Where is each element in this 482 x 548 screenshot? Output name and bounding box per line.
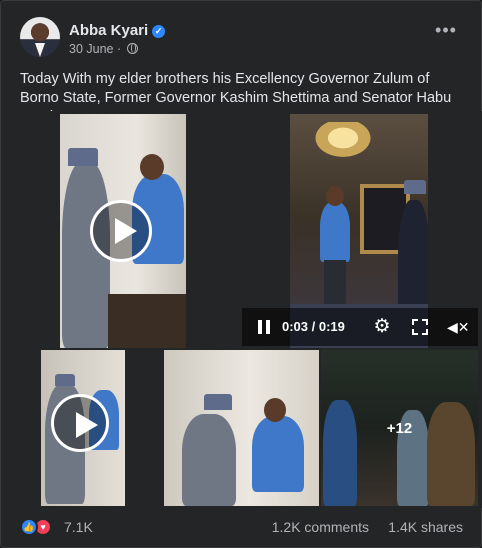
play-icon[interactable] [51, 394, 109, 452]
avatar[interactable] [20, 17, 60, 57]
head-shape [140, 154, 164, 180]
cap-shape [68, 148, 98, 166]
shares-count[interactable]: 1.4K shares [388, 519, 463, 535]
post-header: Abba Kyari ✓ 30 June · ••• [20, 17, 471, 61]
table-shape [108, 294, 186, 348]
fullscreen-icon[interactable] [412, 319, 428, 335]
comments-count[interactable]: 1.2K comments [272, 519, 369, 535]
person-figure [320, 202, 350, 262]
more-options-icon[interactable]: ••• [433, 19, 459, 45]
person-figure [182, 414, 236, 506]
photo-thumbnail-more[interactable]: +12 [321, 350, 478, 506]
photo-thumbnail-1[interactable] [164, 350, 319, 506]
video-thumbnail-2[interactable] [41, 350, 125, 506]
post-date[interactable]: 30 June [69, 42, 113, 56]
gear-icon[interactable]: ⚙ [372, 317, 392, 337]
post-footer: 👍 ♥ 7.1K 1.2K comments 1.4K shares [20, 516, 463, 538]
pause-icon[interactable] [258, 320, 270, 334]
media-grid: 0:03 / 0:19 ⚙ ◀✕ +12 [1, 111, 482, 508]
post-meta: 30 June · [69, 42, 138, 56]
reaction-icons[interactable]: 👍 ♥ [20, 518, 60, 536]
reaction-count[interactable]: 7.1K [64, 519, 93, 535]
head-shape [326, 186, 344, 206]
cap-shape [55, 374, 75, 386]
post-card: Abba Kyari ✓ 30 June · ••• Today With my … [0, 0, 482, 548]
legs-shape [324, 260, 346, 308]
video-time: 0:03 / 0:19 [282, 319, 345, 334]
like-icon: 👍 [20, 518, 38, 536]
person-figure [252, 416, 304, 492]
chandelier-shape [308, 122, 378, 162]
more-photos-count[interactable]: +12 [321, 350, 478, 506]
head-shape [264, 398, 286, 422]
play-icon[interactable] [90, 200, 152, 262]
cap-shape [204, 394, 232, 410]
cap-shape [404, 180, 426, 194]
meta-separator: · [116, 42, 122, 56]
mute-icon[interactable]: ◀✕ [447, 318, 470, 336]
video-thumbnail-1[interactable] [60, 114, 186, 348]
author-line: Abba Kyari ✓ [69, 22, 166, 39]
author-name[interactable]: Abba Kyari [69, 22, 148, 39]
globe-icon [126, 43, 138, 54]
video-controls: 0:03 / 0:19 ⚙ ◀✕ [242, 308, 478, 346]
verified-badge-icon: ✓ [152, 25, 166, 38]
